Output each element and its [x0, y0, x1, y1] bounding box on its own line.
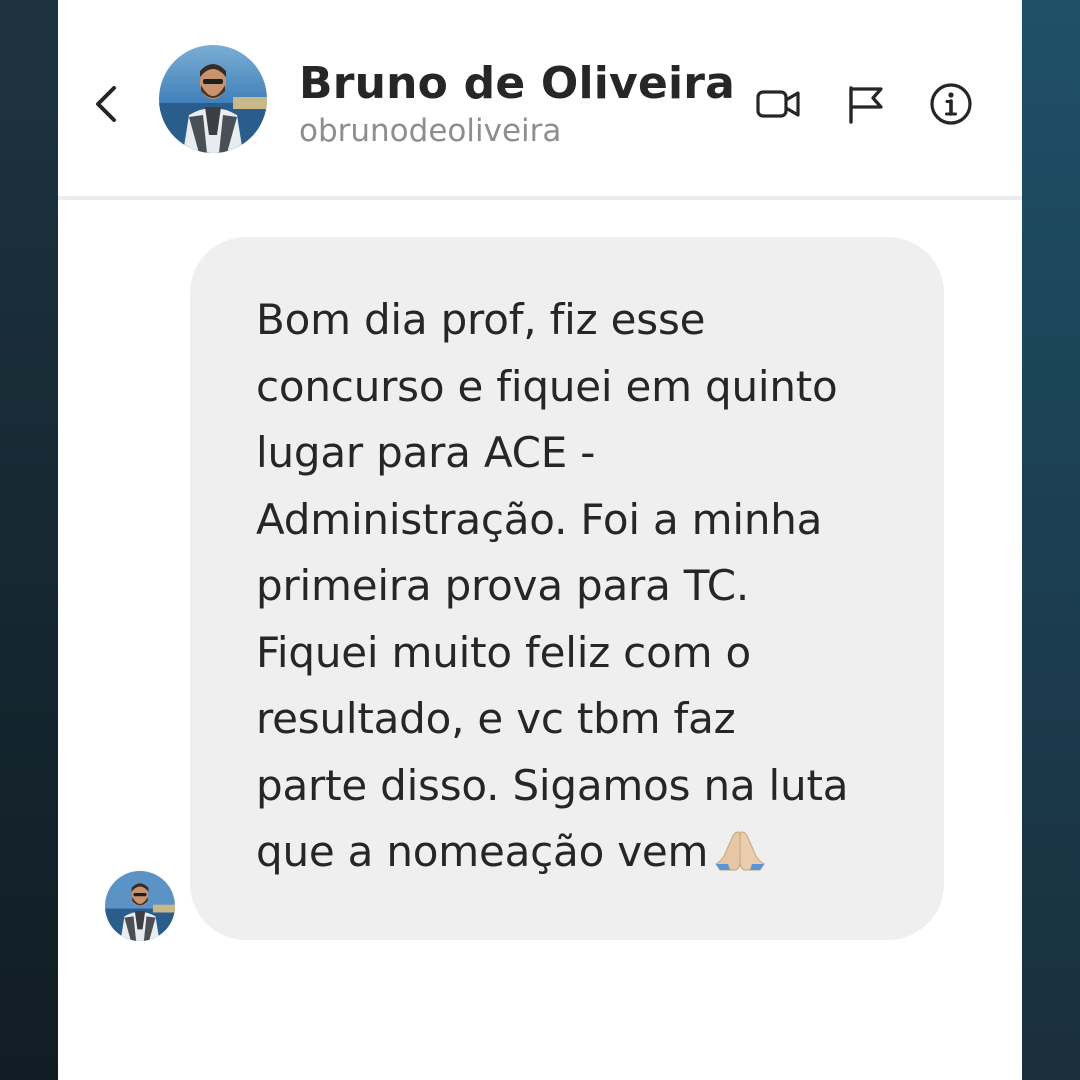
header-divider — [58, 196, 1022, 200]
sender-avatar[interactable] — [105, 871, 175, 941]
info-icon — [930, 83, 972, 125]
chat-header: Bruno de Oliveira obrunodeoliveira — [58, 0, 1022, 196]
back-button[interactable] — [88, 80, 128, 128]
message-body: Bom dia prof, fiz esse concurso e fiquei… — [256, 295, 849, 876]
video-call-button[interactable] — [755, 80, 803, 128]
chevron-left-icon — [96, 86, 116, 122]
message-bubble[interactable]: Bom dia prof, fiz esse concurso e fiquei… — [190, 237, 944, 940]
report-button[interactable] — [843, 80, 891, 128]
flag-icon — [849, 86, 883, 124]
contact-username: obrunodeoliveira — [299, 113, 562, 149]
contact-avatar[interactable] — [159, 45, 267, 153]
praying-hands-icon — [714, 825, 766, 892]
background-right — [1022, 0, 1080, 1080]
avatar-photo-small — [105, 871, 175, 941]
avatar-photo — [159, 45, 267, 153]
video-camera-icon — [756, 90, 800, 118]
chat-panel: Bruno de Oliveira obrunodeoliveira Bom d… — [58, 0, 1022, 1080]
message-text: Bom dia prof, fiz esse concurso e fiquei… — [256, 287, 904, 892]
background-left — [0, 0, 58, 1080]
info-button[interactable] — [927, 80, 975, 128]
contact-name[interactable]: Bruno de Oliveira — [299, 58, 735, 109]
